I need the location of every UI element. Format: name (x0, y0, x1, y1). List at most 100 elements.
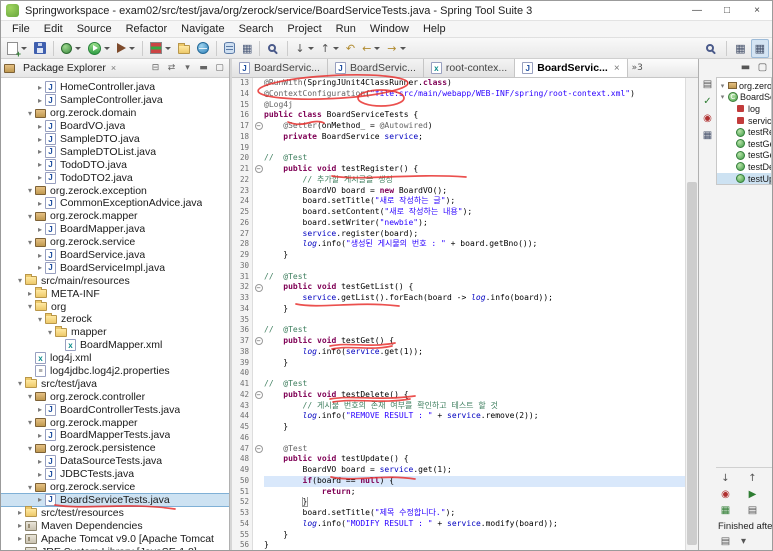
twistie-icon[interactable]: ▸ (35, 83, 45, 92)
line-number[interactable]: 17 (232, 121, 253, 132)
twistie-icon[interactable]: ▾ (25, 186, 35, 195)
save-button[interactable] (31, 39, 49, 58)
line-number[interactable]: 23 (232, 185, 253, 197)
line-number[interactable]: 22 (232, 174, 253, 186)
tree-item-sampledto-java[interactable]: ▸ J SampleDTO.java (1, 133, 229, 146)
line-number[interactable]: 56 (232, 540, 253, 550)
line-number[interactable]: 29 (232, 250, 253, 261)
line-number[interactable]: 13 (232, 78, 253, 89)
line-number[interactable]: 44 (232, 411, 253, 422)
javaee-perspective-button[interactable]: ▦ (750, 38, 769, 58)
coverage-button[interactable] (147, 39, 174, 58)
tree-item-boardserviceimpl-java[interactable]: ▸ J BoardServiceImpl.java (1, 261, 229, 274)
quick-access-search-button[interactable] (702, 39, 721, 58)
outline-item-log[interactable]: log (717, 103, 771, 115)
code-text[interactable]: public void testGet() { (264, 336, 685, 347)
line-number[interactable]: 34 (232, 303, 253, 315)
menu-item-search[interactable]: Search (232, 21, 281, 38)
menu-item-edit[interactable]: Edit (37, 21, 70, 38)
fold-marker-icon[interactable]: − (254, 122, 263, 131)
code-text[interactable]: public void testUpdate() { (264, 454, 685, 465)
fold-marker-icon[interactable]: − (254, 391, 263, 400)
menu-item-refactor[interactable]: Refactor (119, 21, 175, 38)
tree-item-org-zerock-controller[interactable]: ▾ org.zerock.controller (1, 390, 229, 403)
fold-marker-icon[interactable]: − (254, 165, 263, 174)
code-text[interactable]: service.getList().forEach(board -> log.i… (264, 293, 685, 304)
code-text[interactable]: BoardVO board = new BoardVO(); (264, 186, 685, 197)
last-edit-location-button[interactable]: ↶ (343, 39, 358, 58)
tree-item-jdbctests-java[interactable]: ▸ J JDBCTests.java (1, 468, 229, 481)
line-number[interactable]: 38 (232, 346, 253, 358)
link-with-editor-icon[interactable]: ⇄ (165, 62, 178, 75)
tree-item-org-zerock-mapper[interactable]: ▾ org.zerock.mapper (1, 416, 229, 429)
twistie-icon[interactable]: ▸ (15, 521, 25, 530)
twistie-icon[interactable]: ▾ (25, 238, 35, 247)
twistie-icon[interactable]: ▾ (25, 483, 35, 492)
code-text[interactable]: log.info("생성된 게시물의 번호 : " + board.getBno… (264, 239, 685, 250)
minimize-view-icon[interactable]: ▬ (738, 60, 753, 74)
tree-item-homecontroller-java[interactable]: ▸ J HomeController.java (1, 81, 229, 94)
code-text[interactable]: service.register(board); (264, 229, 685, 240)
twistie-icon[interactable]: ▸ (35, 457, 45, 466)
line-number[interactable]: 18 (232, 131, 253, 143)
twistie-icon[interactable]: ▸ (15, 508, 25, 517)
code-text[interactable]: } (264, 497, 685, 508)
tree-item-boardmappertests-java[interactable]: ▸ J BoardMapperTests.java (1, 429, 229, 442)
code-text[interactable] (264, 368, 685, 379)
code-text[interactable]: public class BoardServiceTests { (264, 110, 685, 121)
code-text[interactable]: return; (264, 487, 685, 498)
line-number[interactable]: 43 (232, 400, 253, 412)
tree-item-org-zerock-service[interactable]: ▾ org.zerock.service (1, 236, 229, 249)
line-number[interactable]: 48 (232, 454, 253, 465)
outline-item-boardservicetests[interactable]: ▾CBoardServiceTests (717, 92, 771, 104)
twistie-icon[interactable]: ▾ (25, 109, 35, 118)
twistie-icon[interactable]: ▸ (35, 173, 45, 182)
tab-overflow-indicator[interactable]: »3 (628, 59, 647, 77)
minimize-view-icon[interactable]: ▬ (197, 62, 210, 75)
servers-view-icon[interactable]: ▦ (700, 128, 715, 142)
tree-item-mapper[interactable]: ▾ mapper (1, 325, 229, 339)
outline-item-testgetlist[interactable]: testGetList() (717, 138, 771, 150)
tree-item-org-zerock-service[interactable]: ▾ org.zerock.service (1, 481, 229, 494)
code-text[interactable]: @Log4j (264, 100, 685, 111)
run-button[interactable] (85, 39, 113, 58)
code-text[interactable]: board.setTitle("제목 수정합니다."); (264, 508, 685, 519)
twistie-icon[interactable]: ▾ (719, 82, 726, 90)
tree-item-maven-dependencies[interactable]: ▸ Maven Dependencies (1, 519, 229, 532)
outline-view-icon[interactable]: ▤ (700, 77, 715, 91)
twistie-icon[interactable]: ▾ (25, 444, 35, 453)
outline-item-testregister[interactable]: testRegister() (717, 126, 771, 138)
tree-item-boardmapper-java[interactable]: ▸ J BoardMapper.java (1, 223, 229, 236)
twistie-icon[interactable]: ▸ (35, 405, 45, 414)
line-number[interactable]: 15 (232, 99, 253, 111)
twistie-icon[interactable]: ▸ (35, 122, 45, 131)
outline-item-org-zerock-service[interactable]: ▾ org.zerock.service (717, 80, 771, 92)
twistie-icon[interactable]: ▸ (35, 251, 45, 260)
outline-item-testget[interactable]: testGet() (717, 150, 771, 162)
line-number[interactable]: 41 (232, 379, 253, 390)
outline-item-service[interactable]: service (717, 115, 771, 127)
task-list-view-icon[interactable]: ✓ (700, 94, 715, 108)
fold-marker-icon[interactable]: − (254, 283, 263, 292)
maximize-view-icon[interactable]: ▢ (213, 62, 226, 75)
twistie-icon[interactable]: ▸ (35, 199, 45, 208)
previous-annotation-button[interactable]: ↑ (318, 39, 342, 58)
tree-item-meta-inf[interactable]: ▸ META-INF (1, 287, 229, 300)
code-text[interactable]: log.info("REMOVE RESULT : " + service.re… (264, 411, 685, 422)
line-number[interactable]: 36 (232, 325, 253, 336)
code-text[interactable]: } (264, 358, 685, 369)
code-text[interactable]: // @Test (264, 153, 685, 164)
code-text[interactable]: public void testDelete() { (264, 390, 685, 401)
code-text[interactable]: @RunWith(SpringJUnit4ClassRunner.class) (264, 78, 685, 89)
tree-item-boardmapper-xml[interactable]: x BoardMapper.xml (1, 339, 229, 352)
line-number[interactable]: 25 (232, 207, 253, 218)
line-number[interactable]: 50 (232, 475, 253, 487)
line-number[interactable]: 16 (232, 110, 253, 121)
database-button[interactable] (221, 39, 238, 58)
twistie-icon[interactable]: ▸ (35, 160, 45, 169)
maximize-view-icon[interactable]: ▢ (755, 60, 770, 74)
menu-item-window[interactable]: Window (363, 21, 416, 38)
twistie-icon[interactable]: ▾ (719, 93, 726, 101)
editor-scrollbar[interactable] (685, 78, 698, 550)
line-number[interactable]: 21 (232, 164, 253, 175)
